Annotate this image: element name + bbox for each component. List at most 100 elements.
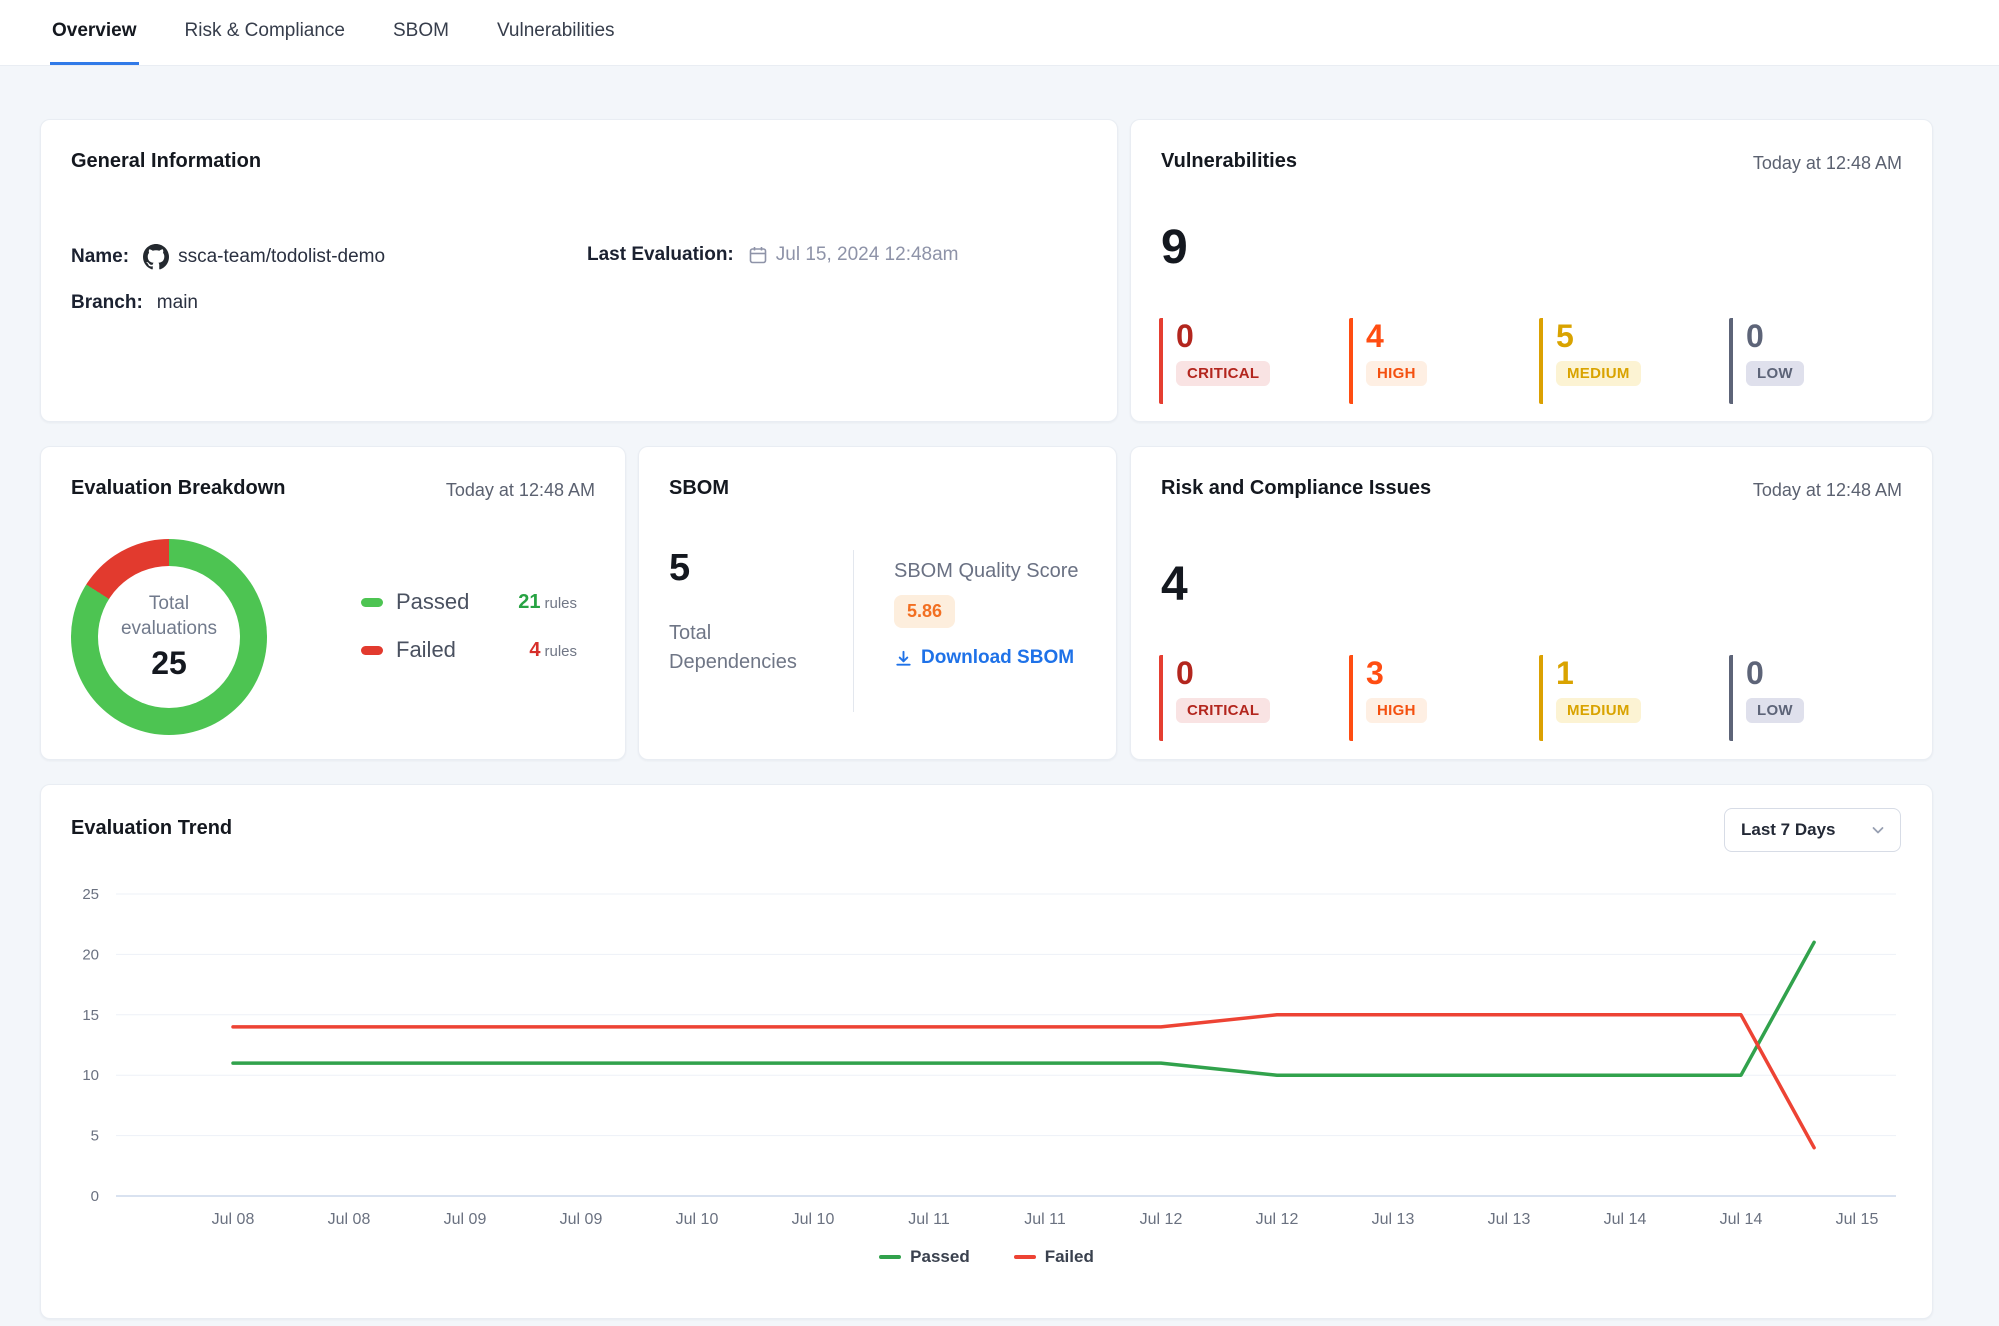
vuln-severity-high: 4 HIGH: [1349, 318, 1539, 404]
vuln-severity-critical: 0 CRITICAL: [1159, 318, 1349, 404]
general-information-card: General Information Name: ssca-team/todo…: [40, 119, 1118, 422]
sbom-card: SBOM 5 Total Dependencies SBOM Quality S…: [638, 446, 1117, 760]
legend-dash-icon: [879, 1255, 901, 1259]
sbom-quality-score-label: SBOM Quality Score: [894, 560, 1079, 583]
vulnerabilities-timestamp: Today at 12:48 AM: [1753, 153, 1902, 174]
risk-severity-low: 0 LOW: [1729, 655, 1919, 741]
vulnerabilities-total: 9: [1161, 220, 1188, 275]
vuln-critical-count: 0: [1176, 320, 1349, 354]
time-range-select[interactable]: Last 7 Days: [1724, 808, 1901, 852]
vuln-medium-badge: MEDIUM: [1556, 361, 1641, 386]
x-axis-tick-label: Jul 12: [1256, 1211, 1299, 1228]
evaluation-breakdown-card: Evaluation Breakdown Today at 12:48 AM T…: [40, 446, 626, 760]
risk-compliance-card: Risk and Compliance Issues Today at 12:4…: [1130, 446, 1933, 760]
breakdown-legend-passed: Passed 21rules: [361, 589, 577, 615]
github-icon: [143, 244, 169, 270]
risk-severity-medium: 1 MEDIUM: [1539, 655, 1729, 741]
evaluation-trend-title: Evaluation Trend: [71, 817, 232, 840]
legend-item-passed: Passed: [879, 1247, 970, 1267]
vuln-high-count: 4: [1366, 320, 1539, 354]
general-information-title: General Information: [71, 150, 261, 173]
sbom-quality-score-badge: 5.86: [894, 595, 955, 628]
tab-vulnerabilities[interactable]: Vulnerabilities: [495, 0, 617, 65]
passed-label: Passed: [396, 589, 469, 615]
branch-label: Branch:: [71, 292, 143, 314]
y-axis-tick-label: 10: [82, 1067, 99, 1084]
x-axis-tick-label: Jul 10: [676, 1211, 719, 1228]
last-evaluation-row: Last Evaluation: Jul 15, 2024 12:48am: [587, 244, 959, 266]
breakdown-legend-failed: Failed 4rules: [361, 637, 577, 663]
x-axis-tick-label: Jul 08: [328, 1211, 371, 1228]
x-axis-tick-label: Jul 13: [1372, 1211, 1415, 1228]
vuln-low-badge: LOW: [1746, 361, 1804, 386]
y-axis-tick-label: 25: [82, 886, 99, 903]
trend-line-passed: [233, 942, 1814, 1075]
vulnerabilities-severity-row: 0 CRITICAL 4 HIGH 5 MEDIUM 0 LOW: [1159, 318, 1919, 404]
risk-severity-high: 3 HIGH: [1349, 655, 1539, 741]
risk-compliance-timestamp: Today at 12:48 AM: [1753, 480, 1902, 501]
x-axis-tick-label: Jul 08: [212, 1211, 255, 1228]
tab-risk-compliance-label: Risk & Compliance: [185, 20, 346, 42]
tab-vulnerabilities-label: Vulnerabilities: [497, 20, 615, 42]
risk-high-badge: HIGH: [1366, 698, 1427, 723]
chevron-down-icon: [1870, 822, 1886, 838]
vuln-medium-count: 5: [1556, 320, 1729, 354]
legend-dash-icon: [1014, 1255, 1036, 1259]
repo-name-row: Name: ssca-team/todolist-demo: [71, 244, 385, 270]
risk-severity-critical: 0 CRITICAL: [1159, 655, 1349, 741]
failed-unit: rules: [544, 643, 577, 660]
x-axis-tick-label: Jul 13: [1488, 1211, 1531, 1228]
vulnerabilities-title: Vulnerabilities: [1161, 150, 1297, 173]
legend-item-failed: Failed: [1014, 1247, 1094, 1267]
last-evaluation-label: Last Evaluation:: [587, 244, 734, 266]
legend-label: Passed: [910, 1247, 970, 1267]
y-axis-tick-label: 15: [82, 1007, 99, 1024]
y-axis-tick-label: 5: [91, 1128, 99, 1145]
x-axis-tick-label: Jul 11: [908, 1211, 950, 1228]
download-sbom-label: Download SBOM: [921, 647, 1074, 669]
calendar-icon: [748, 245, 768, 265]
last-evaluation-value: Jul 15, 2024 12:48am: [776, 244, 959, 266]
tab-sbom[interactable]: SBOM: [391, 0, 451, 65]
tab-overview-label: Overview: [52, 20, 137, 42]
tab-bar: Overview Risk & Compliance SBOM Vulnerab…: [0, 0, 1999, 66]
risk-high-count: 3: [1366, 657, 1539, 691]
x-axis-tick-label: Jul 11: [1024, 1211, 1066, 1228]
risk-compliance-title: Risk and Compliance Issues: [1161, 477, 1431, 500]
branch-row: Branch: main: [71, 292, 198, 314]
risk-severity-row: 0 CRITICAL 3 HIGH 1 MEDIUM 0 LOW: [1159, 655, 1919, 741]
donut-center-label: Total evaluations: [110, 592, 228, 641]
risk-compliance-total: 4: [1161, 557, 1188, 612]
sbom-title: SBOM: [669, 477, 729, 500]
x-axis-tick-label: Jul 10: [792, 1211, 835, 1228]
evaluation-trend-chart: 0510152025Jul 08Jul 08Jul 09Jul 09Jul 10…: [41, 880, 1934, 1270]
x-axis-tick-label: Jul 09: [444, 1211, 487, 1228]
failed-pill-icon: [361, 646, 383, 655]
passed-value: 21: [518, 591, 540, 613]
sbom-total-dependencies: 5: [669, 547, 690, 590]
donut-center: Total evaluations 25: [98, 566, 240, 708]
risk-medium-badge: MEDIUM: [1556, 698, 1641, 723]
sbom-total-label: Total Dependencies: [669, 619, 819, 677]
risk-critical-count: 0: [1176, 657, 1349, 691]
risk-medium-count: 1: [1556, 657, 1729, 691]
download-sbom-link[interactable]: Download SBOM: [894, 647, 1074, 669]
tab-risk-compliance[interactable]: Risk & Compliance: [183, 0, 348, 65]
trend-line-failed: [233, 1015, 1814, 1148]
evaluation-breakdown-timestamp: Today at 12:48 AM: [446, 480, 595, 501]
vuln-low-count: 0: [1746, 320, 1919, 354]
tab-overview[interactable]: Overview: [50, 0, 139, 65]
tab-sbom-label: SBOM: [393, 20, 449, 42]
passed-unit: rules: [544, 595, 577, 612]
x-axis-tick-label: Jul 14: [1720, 1211, 1763, 1228]
x-axis-tick-label: Jul 14: [1604, 1211, 1647, 1228]
vuln-severity-low: 0 LOW: [1729, 318, 1919, 404]
x-axis-tick-label: Jul 09: [560, 1211, 603, 1228]
vulnerabilities-card: Vulnerabilities Today at 12:48 AM 9 0 CR…: [1130, 119, 1933, 422]
branch-value: main: [157, 292, 198, 314]
vuln-severity-medium: 5 MEDIUM: [1539, 318, 1729, 404]
repo-name-value: ssca-team/todolist-demo: [178, 246, 385, 268]
name-label: Name:: [71, 246, 129, 268]
passed-pill-icon: [361, 598, 383, 607]
risk-low-badge: LOW: [1746, 698, 1804, 723]
